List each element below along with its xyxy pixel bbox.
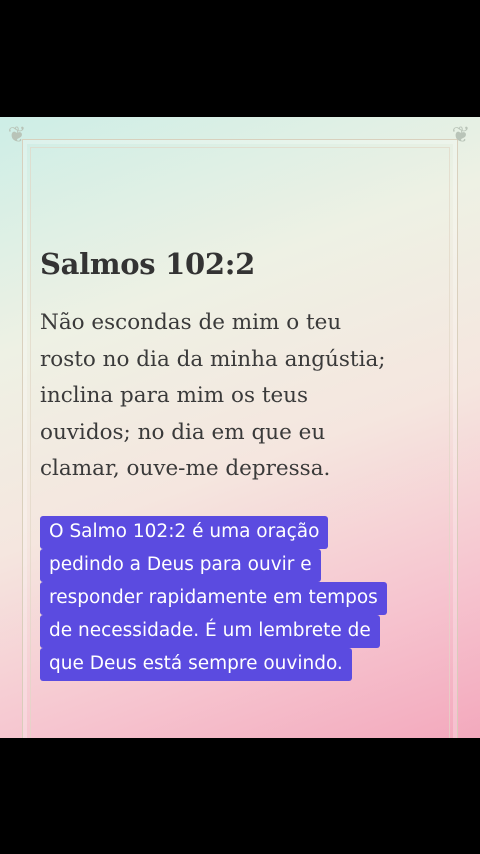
caption-line: pedindo a Deus para ouvir e <box>40 549 321 582</box>
caption-line: responder rapidamente em tempos <box>40 582 387 615</box>
verse-line: inclina para mim os teus <box>40 383 309 408</box>
verse-line: clamar, ouve-me depressa. <box>40 456 331 481</box>
caption-line: O Salmo 102:2 é uma oração <box>40 516 329 549</box>
verse-line: ouvidos; no dia em que eu <box>40 419 326 445</box>
ornament-corner-right-icon: ❦ <box>451 123 471 148</box>
caption-line: que Deus está sempre ouvindo. <box>40 648 352 681</box>
caption-overlay: O Salmo 102:2 é uma oração pedindo a Deu… <box>40 516 387 681</box>
verse-line: Não escondas de mim o teu <box>40 310 342 335</box>
verse-line: rosto no dia da minha angústia; <box>40 346 386 372</box>
ornament-corner-left-icon: ❦ <box>7 123 27 148</box>
verse-text: Não escondas de mim o teu rosto no dia d… <box>40 305 440 488</box>
verse-reference-title: Salmos 102:2 <box>40 247 256 281</box>
caption-line: de necessidade. É um lembrete de <box>40 615 380 648</box>
